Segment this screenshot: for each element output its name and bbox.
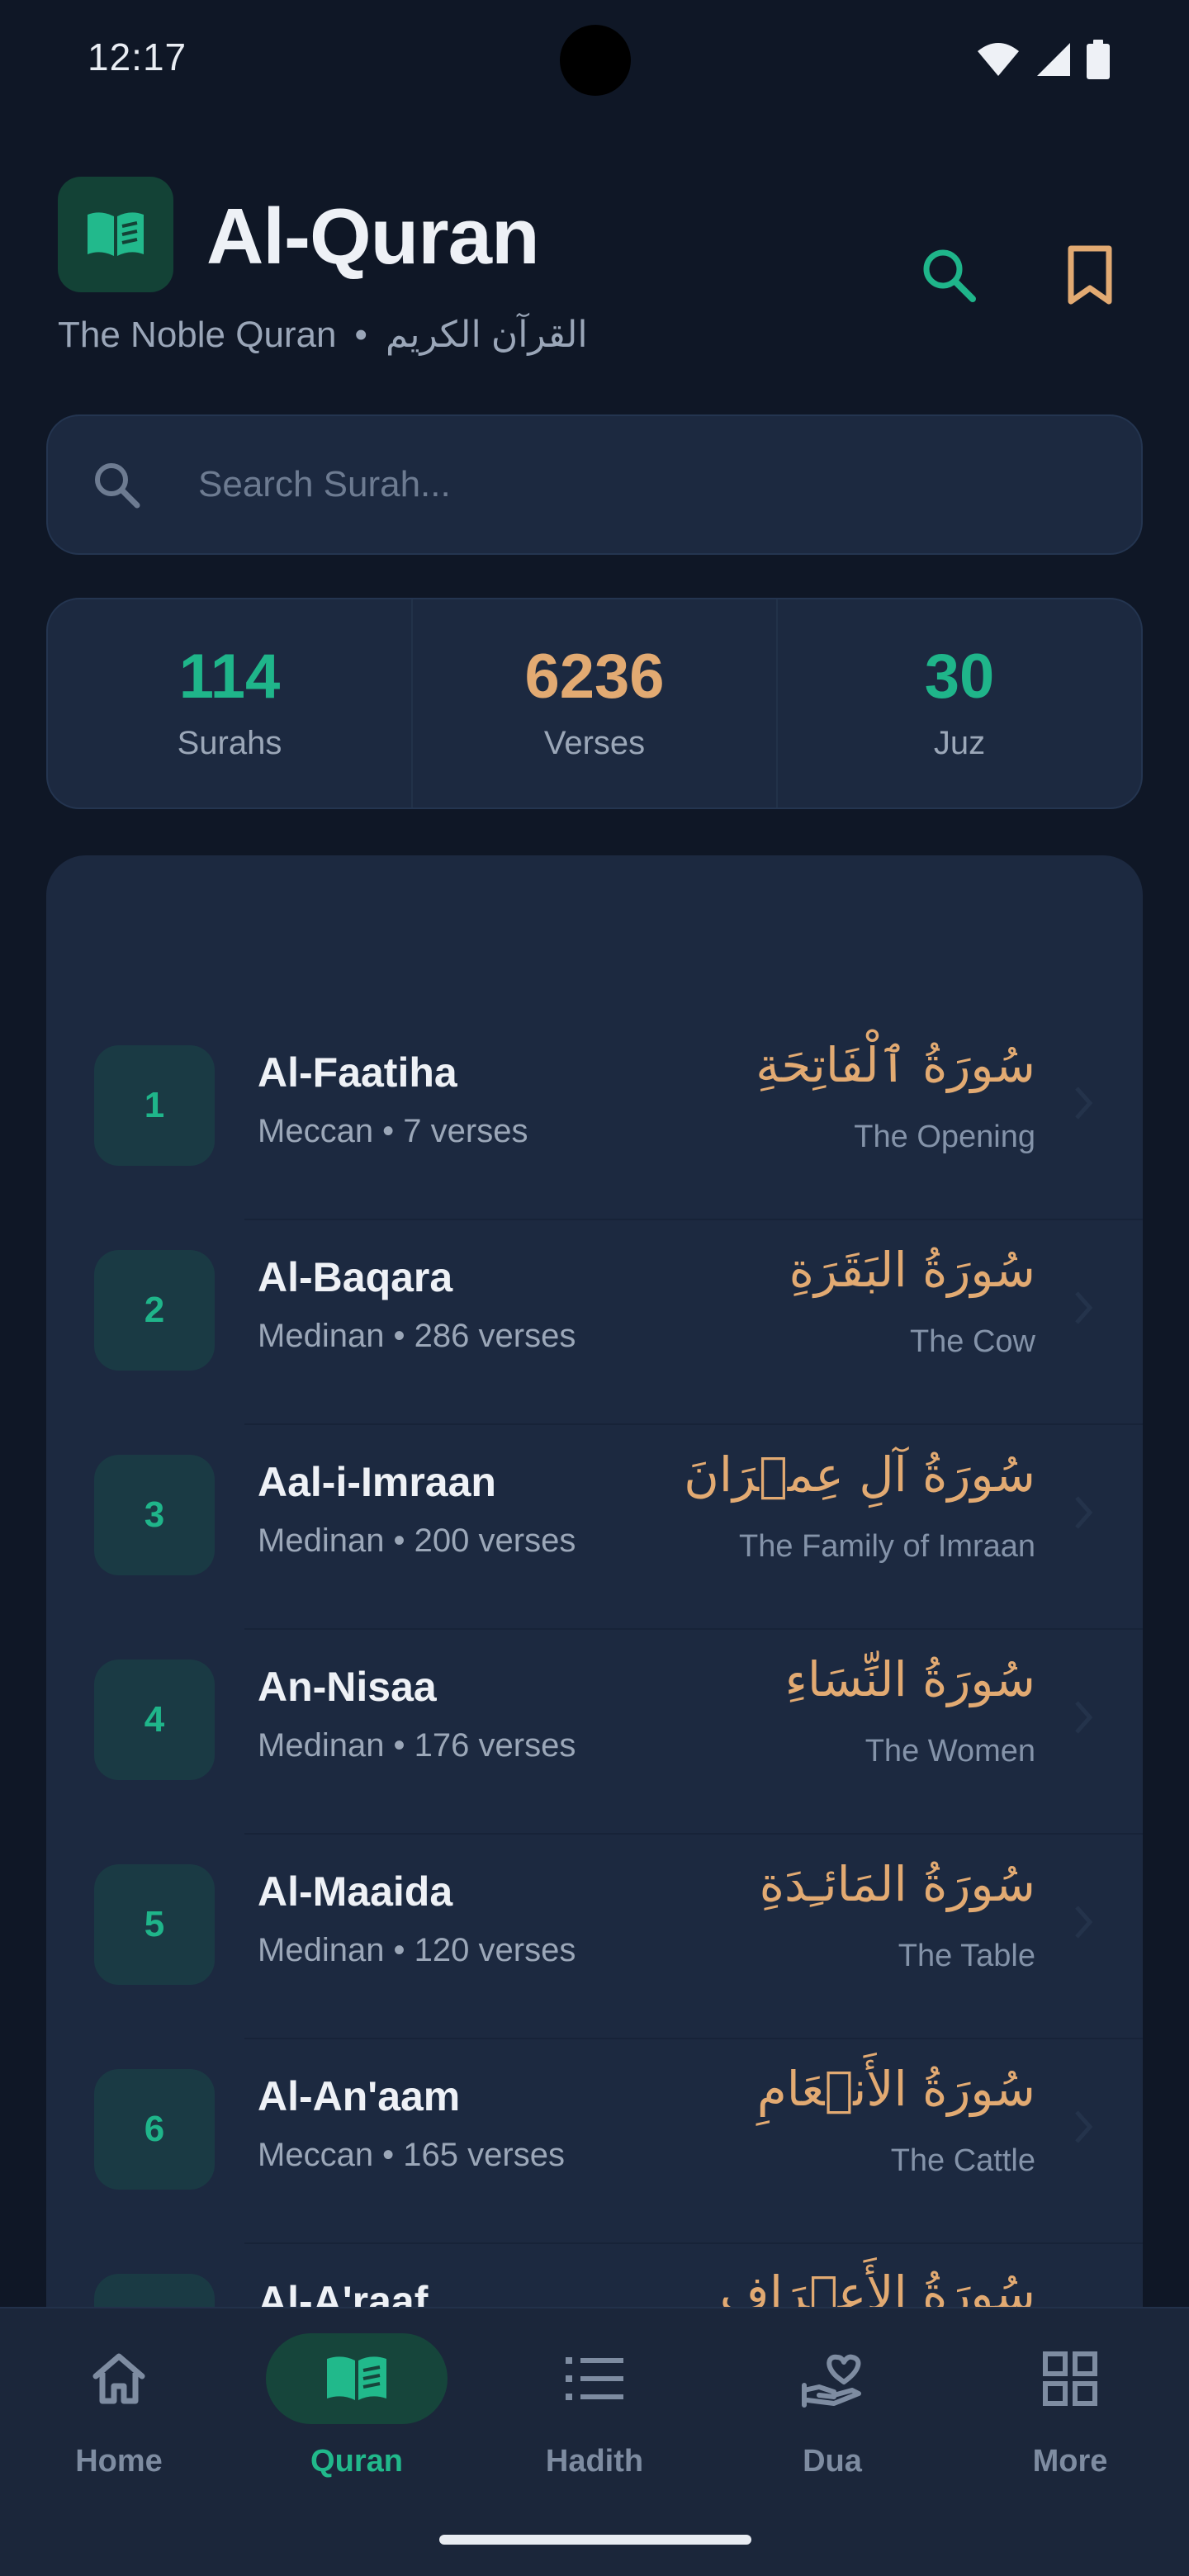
surah-translation: The Cattle — [890, 2143, 1035, 2178]
nav-icon-container — [741, 2333, 923, 2424]
surah-translation: The Family of Imraan — [739, 1529, 1035, 1564]
book-icon — [327, 2356, 386, 2400]
surah-name: Al-Baqara — [258, 1254, 453, 1300]
battery-icon — [1087, 40, 1110, 79]
surah-search-input[interactable]: Search Surah... — [46, 414, 1143, 555]
surah-number-badge: 5 — [94, 1864, 215, 1985]
chevron-right-icon — [1075, 1906, 1093, 1939]
search-button[interactable] — [908, 234, 991, 317]
page-title: Al-Quran — [206, 192, 540, 281]
surah-translation: The Table — [898, 1939, 1035, 1973]
subtitle-english: The Noble Quran — [58, 315, 337, 355]
surah-name: Aal-i-Imraan — [258, 1459, 496, 1505]
surah-name: Al-Faatiha — [258, 1049, 457, 1096]
surah-translation: The Women — [865, 1734, 1035, 1769]
nav-item-home[interactable]: Home — [0, 2308, 238, 2515]
surah-meta: Meccan • 7 verses — [258, 1113, 528, 1149]
camera-cutout — [560, 25, 631, 96]
surah-arabic-name: سُورَةُ النِّسَاءِ — [784, 1651, 1035, 1707]
page-subtitle: The Noble Quran • القرآن الكريم — [58, 314, 588, 356]
nav-item-hadith[interactable]: Hadith — [476, 2308, 713, 2515]
chevron-right-icon — [1075, 1496, 1093, 1529]
signal-icon — [1037, 43, 1070, 76]
list-item[interactable]: 2 Al-Baqara Medinan • 286 verses سُورَةُ… — [46, 1220, 1143, 1425]
surah-number-badge: 6 — [94, 2069, 215, 2190]
stat-value: 30 — [924, 642, 995, 712]
list-item[interactable]: 4 An-Nisaa Medinan • 176 verses سُورَةُ … — [46, 1630, 1143, 1835]
bookmark-icon — [1068, 245, 1112, 305]
surah-number-badge: 1 — [94, 1045, 215, 1166]
surah-meta: Medinan • 176 verses — [258, 1727, 576, 1764]
surah-arabic-name: سُورَةُ المَائـِدَةِ — [759, 1856, 1035, 1912]
nav-item-quran[interactable]: Quran — [238, 2308, 476, 2515]
chevron-right-icon — [1075, 2110, 1093, 2143]
surah-meta: Medinan • 120 verses — [258, 1932, 576, 1968]
status-bar: 12:17 — [0, 0, 1189, 116]
surah-number-badge: 4 — [94, 1660, 215, 1780]
search-icon — [95, 463, 140, 509]
book-open-icon — [88, 212, 144, 256]
surah-name: Al-An'aam — [258, 2073, 461, 2119]
nav-label: Dua — [803, 2444, 862, 2479]
stat-value: 114 — [178, 642, 281, 712]
nav-label: More — [1032, 2444, 1108, 2479]
nav-label: Quran — [310, 2444, 403, 2479]
wifi-icon — [978, 43, 1019, 76]
surah-list: 1 Al-Faatiha Meccan • 7 verses سُورَةُ ٱ… — [46, 855, 1143, 2342]
stats-card: 114 Surahs 6236 Verses 30 Juz — [46, 598, 1143, 809]
surah-arabic-name: سُورَةُ الأَنۡعَامِ — [756, 2061, 1035, 2117]
nav-label: Hadith — [545, 2444, 644, 2479]
search-placeholder: Search Surah... — [198, 464, 451, 504]
list-item[interactable]: 3 Aal-i-Imraan Medinan • 200 verses سُور… — [46, 1425, 1143, 1630]
stat-verses: 6236 Verses — [411, 599, 776, 807]
nav-icon-container — [504, 2333, 685, 2424]
nav-icon-container — [28, 2333, 210, 2424]
surah-translation: The Cow — [909, 1324, 1035, 1359]
nav-label: Home — [75, 2444, 163, 2479]
surah-arabic-name: سُورَةُ آلِ عِمۡرَانَ — [684, 1447, 1035, 1503]
stat-surahs: 114 Surahs — [48, 599, 411, 807]
chevron-right-icon — [1075, 1291, 1093, 1324]
surah-arabic-name: سُورَةُ ٱلْفَاتِحَةِ — [756, 1037, 1035, 1093]
nav-item-more[interactable]: More — [951, 2308, 1189, 2515]
stat-label: Surahs — [177, 725, 282, 761]
nav-item-dua[interactable]: Dua — [713, 2308, 951, 2515]
list-item[interactable]: 6 Al-An'aam Meccan • 165 verses سُورَةُ … — [46, 2039, 1143, 2244]
app-logo — [58, 177, 173, 292]
list-icon — [566, 2357, 623, 2400]
subtitle-separator: • — [354, 315, 367, 355]
stat-juz: 30 Juz — [776, 599, 1141, 807]
surah-meta: Medinan • 286 verses — [258, 1318, 576, 1354]
app-header: Al-Quran The Noble Quran • القرآن الكريم — [58, 177, 1131, 375]
home-icon — [92, 2353, 145, 2404]
nav-icon-container — [266, 2333, 448, 2424]
surah-arabic-name: سُورَةُ البَقَرَةِ — [789, 1242, 1035, 1298]
surah-meta: Meccan • 165 verses — [258, 2137, 565, 2173]
grid-icon — [1043, 2351, 1097, 2406]
nav-icon-container — [979, 2333, 1161, 2424]
surah-translation: The Opening — [854, 1120, 1035, 1154]
surah-name: An-Nisaa — [258, 1664, 437, 1710]
home-indicator[interactable] — [439, 2535, 751, 2545]
stat-label: Juz — [933, 725, 986, 761]
surah-meta: Medinan • 200 verses — [258, 1522, 576, 1559]
hand-heart-icon — [802, 2354, 861, 2408]
status-icons — [976, 40, 1110, 79]
subtitle-arabic: القرآن الكريم — [385, 315, 588, 355]
status-time: 12:17 — [88, 36, 187, 78]
bookmark-button[interactable] — [1049, 234, 1131, 317]
surah-number-badge: 2 — [94, 1250, 215, 1371]
list-item[interactable]: 5 Al-Maaida Medinan • 120 verses سُورَةُ… — [46, 1835, 1143, 2039]
surah-number-badge: 3 — [94, 1455, 215, 1575]
chevron-right-icon — [1075, 1701, 1093, 1734]
surah-name: Al-Maaida — [258, 1868, 453, 1915]
chevron-right-icon — [1075, 1087, 1093, 1120]
list-item[interactable]: 1 Al-Faatiha Meccan • 7 verses سُورَةُ ٱ… — [46, 1016, 1143, 1220]
search-icon — [923, 249, 976, 302]
stat-value: 6236 — [524, 642, 665, 712]
stat-label: Verses — [543, 725, 646, 761]
